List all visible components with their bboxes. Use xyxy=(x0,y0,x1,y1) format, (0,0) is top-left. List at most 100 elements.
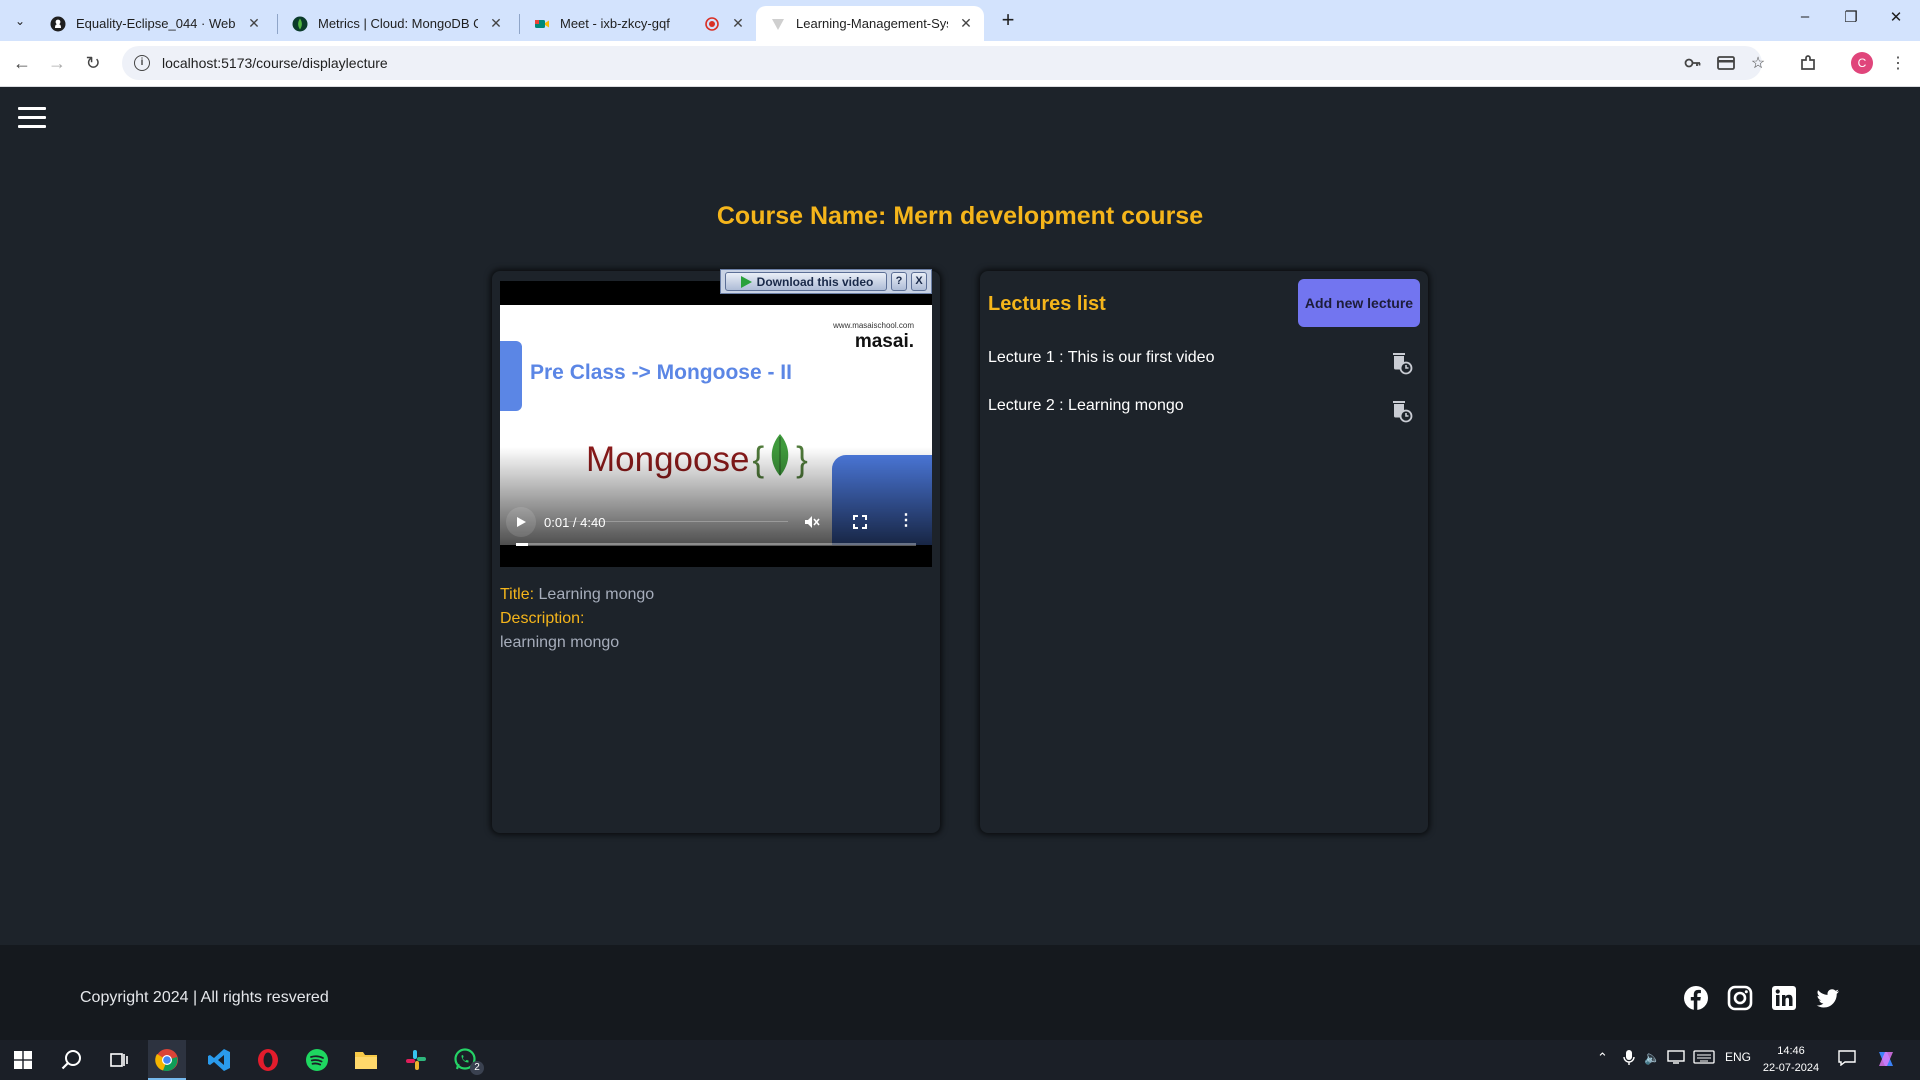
browser-toolbar: ← → ↻ i localhost:5173/course/displaylec… xyxy=(0,41,1920,87)
profile-avatar[interactable]: C xyxy=(1851,52,1873,74)
play-icon[interactable] xyxy=(506,507,536,537)
system-clock[interactable]: 14:46 22-07-2024 xyxy=(1762,1043,1820,1077)
tab-close-icon[interactable]: ✕ xyxy=(958,15,974,32)
fullscreen-icon[interactable] xyxy=(851,513,869,531)
bookmark-star-icon[interactable]: ☆ xyxy=(1747,52,1769,74)
video-time: 0:01 / 4:40 xyxy=(544,514,606,530)
forward-arrow-icon[interactable]: → xyxy=(43,49,71,77)
twitter-icon[interactable] xyxy=(1815,985,1841,1011)
video-more-options-icon[interactable]: ⋮ xyxy=(898,512,914,532)
hamburger-menu-icon[interactable] xyxy=(18,107,46,131)
download-close-button[interactable]: X xyxy=(911,272,927,291)
lecture-title-label: Title: xyxy=(500,586,535,603)
lecture-details: Title: Learning mongo Description: learn… xyxy=(500,583,930,655)
linkedin-icon[interactable] xyxy=(1771,985,1797,1011)
vite-icon xyxy=(770,16,786,32)
browser-tab-meet[interactable]: Meet - ixb-zkcy-gqf ✕ xyxy=(520,6,756,41)
clock-date: 22-07-2024 xyxy=(1762,1062,1820,1074)
site-footer: Copyright 2024 | All rights resvered xyxy=(0,945,1920,1040)
google-meet-icon xyxy=(534,16,550,32)
download-play-icon xyxy=(740,275,752,288)
reload-icon[interactable]: ↻ xyxy=(79,49,107,77)
url-text: localhost:5173/course/displaylecture xyxy=(162,55,388,71)
new-tab-plus-icon[interactable]: + xyxy=(995,8,1021,34)
video-player[interactable]: www.masaischool.com masai. Pre Class -> … xyxy=(500,281,932,567)
slide-heading: Pre Class -> Mongoose - II xyxy=(530,361,792,384)
search-icon[interactable] xyxy=(58,1046,86,1074)
add-new-lecture-button[interactable]: Add new lecture xyxy=(1298,279,1420,327)
instagram-icon[interactable] xyxy=(1727,985,1753,1011)
lecture-player-card: www.masaischool.com masai. Pre Class -> … xyxy=(492,269,940,833)
spotify-icon[interactable] xyxy=(303,1046,331,1074)
extensions-puzzle-icon[interactable] xyxy=(1797,52,1819,74)
lecture-description-value: learningn mongo xyxy=(500,634,620,651)
lecture-item-label: Lecture 2 : Learning mongo xyxy=(988,397,1184,414)
download-video-label: Download this video xyxy=(756,274,874,289)
site-info-icon[interactable]: i xyxy=(134,55,150,71)
lecture-title-value: Learning mongo xyxy=(538,586,655,603)
speaker-icon[interactable]: 🔈 xyxy=(1644,1050,1660,1066)
lecture-list-item[interactable]: Lecture 1 : This is our first video xyxy=(988,345,1420,375)
back-arrow-icon[interactable]: ← xyxy=(8,49,36,77)
address-bar[interactable]: i localhost:5173/course/displaylecture xyxy=(122,46,1762,80)
browser-tab-lms[interactable]: Learning-Management-System ✕ xyxy=(756,6,984,41)
lectures-list-card: Lectures list Add new lecture Lecture 1 … xyxy=(980,271,1428,833)
password-key-icon[interactable] xyxy=(1682,52,1704,74)
payment-card-icon[interactable] xyxy=(1715,52,1737,74)
tab-search-chevron-icon[interactable]: ⌄ xyxy=(8,9,32,33)
slack-icon[interactable] xyxy=(402,1046,430,1074)
chrome-icon[interactable] xyxy=(153,1046,181,1074)
tray-overflow-chevron-icon[interactable]: ⌃ xyxy=(1597,1050,1608,1066)
minimize-icon[interactable]: – xyxy=(1793,8,1817,32)
tab-close-icon[interactable]: ✕ xyxy=(488,15,504,32)
opera-icon[interactable] xyxy=(254,1046,282,1074)
task-view-icon[interactable] xyxy=(106,1046,134,1074)
copilot-icon[interactable] xyxy=(1875,1048,1897,1073)
lecture-description-label: Description: xyxy=(500,610,585,627)
windows-taskbar: 2 ⌃ 🔈 ENG 14:46 22-07-2024 xyxy=(0,1040,1920,1080)
restore-icon[interactable]: ❐ xyxy=(1839,8,1863,32)
download-help-button[interactable]: ? xyxy=(891,272,907,291)
tab-title: Metrics | Cloud: MongoDB Clou xyxy=(318,16,478,31)
tab-close-icon[interactable]: ✕ xyxy=(730,15,746,32)
browser-tab-mongodb[interactable]: Metrics | Cloud: MongoDB Clou ✕ xyxy=(278,6,514,41)
download-video-toolbar: Download this video ? X xyxy=(720,269,932,294)
delete-lecture-icon[interactable] xyxy=(1390,399,1414,423)
recording-icon xyxy=(704,16,720,32)
browser-tab-github[interactable]: Equality-Eclipse_044 · Web Ser ✕ xyxy=(36,6,272,41)
app-page: Course Name: Mern development course www… xyxy=(0,87,1920,945)
whatsapp-badge: 2 xyxy=(470,1061,484,1075)
lecture-item-label: Lecture 1 : This is our first video xyxy=(988,349,1215,366)
download-video-button[interactable]: Download this video xyxy=(725,272,887,291)
language-indicator[interactable]: ENG xyxy=(1725,1050,1751,1064)
github-icon xyxy=(50,16,66,32)
lectures-list-heading: Lectures list xyxy=(988,293,1106,315)
lecture-list-item[interactable]: Lecture 2 : Learning mongo xyxy=(988,393,1420,423)
keyboard-icon[interactable] xyxy=(1693,1050,1715,1067)
tab-close-icon[interactable]: ✕ xyxy=(246,15,262,32)
slide-site-text: www.masaischool.com xyxy=(833,321,914,330)
delete-lecture-icon[interactable] xyxy=(1390,351,1414,375)
tab-title: Learning-Management-System xyxy=(796,16,948,31)
notifications-icon[interactable] xyxy=(1838,1050,1856,1069)
tab-title: Equality-Eclipse_044 · Web Ser xyxy=(76,16,236,31)
network-icon[interactable] xyxy=(1667,1050,1685,1067)
muted-volume-icon[interactable] xyxy=(803,513,821,531)
facebook-icon[interactable] xyxy=(1683,985,1709,1011)
browser-tab-bar: ⌄ Equality-Eclipse_044 · Web Ser ✕ Metri… xyxy=(0,0,1920,41)
browser-menu-kebab-icon[interactable]: ⋮ xyxy=(1887,52,1909,74)
mongodb-leaf-icon xyxy=(292,16,308,32)
windows-start-icon[interactable] xyxy=(9,1046,37,1074)
video-progress-bar[interactable] xyxy=(516,543,916,546)
clock-time: 14:46 xyxy=(1777,1045,1805,1057)
tab-title: Meet - ixb-zkcy-gqf xyxy=(560,16,670,31)
microphone-icon[interactable] xyxy=(1623,1050,1635,1069)
copyright-text: Copyright 2024 | All rights resvered xyxy=(80,989,329,1006)
window-close-icon[interactable]: ✕ xyxy=(1884,8,1908,32)
video-controls: 0:01 / 4:40 ⋮ xyxy=(500,507,932,537)
vscode-icon[interactable] xyxy=(205,1046,233,1074)
slide-brand-logo: masai. xyxy=(854,331,914,352)
video-progress-fill xyxy=(516,543,528,546)
course-name-heading: Course Name: Mern development course xyxy=(716,202,1204,230)
file-explorer-icon[interactable] xyxy=(352,1046,380,1074)
